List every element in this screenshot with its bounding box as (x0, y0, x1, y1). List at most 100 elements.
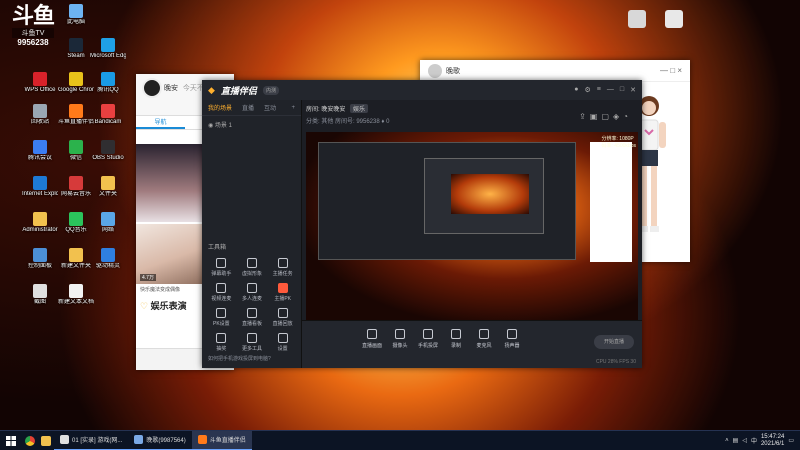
lock-icon[interactable]: ▣ (590, 112, 602, 121)
desktop-icon[interactable]: 回收站 (22, 104, 58, 126)
desktop-shortcut-icon[interactable] (665, 10, 683, 28)
maximize-icon[interactable]: □ (620, 86, 624, 94)
desktop-icon-label: 斗鱼直播伴侣 (58, 119, 94, 125)
close-icon[interactable]: ✕ (630, 86, 636, 94)
start-button[interactable] (0, 431, 22, 450)
stream-preview[interactable]: 分辨率: 1080P 码率: 4500kbps (306, 132, 638, 320)
room-category-tag[interactable]: 娱乐 (350, 104, 369, 113)
tool-label: 直播回放 (272, 321, 293, 327)
source-toolbar-item[interactable]: 摄像头 (386, 329, 414, 349)
tab-interact[interactable]: 互动 (264, 103, 276, 112)
minimize-icon[interactable]: — (607, 86, 614, 94)
taskbar-chrome-icon[interactable] (22, 431, 38, 450)
system-clock[interactable]: 15:47:24 2021/6/1 (761, 434, 784, 448)
desktop-icon[interactable]: Bandicam (90, 104, 126, 126)
volume-icon[interactable]: ◁ (742, 437, 747, 444)
source-toolbar-item[interactable]: 直播画面 (358, 329, 386, 349)
tool-icon (216, 283, 227, 293)
app-logo-icon: ◆ (208, 84, 215, 95)
desktop-app-icon (69, 4, 83, 18)
desktop-icon[interactable]: 新建文本文档 (58, 284, 94, 306)
desktop-icon[interactable]: 文件夹 (90, 176, 126, 198)
menu-icon[interactable]: ≡ (597, 86, 601, 94)
desktop-icon[interactable]: 腾讯QQ (90, 72, 126, 94)
desktop-icon[interactable]: WPS Office (22, 72, 58, 94)
tool-label: 设置 (277, 346, 288, 352)
source-toolbar-item[interactable]: 扬声器 (498, 329, 526, 349)
taskbar-task[interactable]: 晚歌(9987564) (128, 431, 192, 450)
tool-item[interactable]: 虚拟形象 (237, 258, 268, 277)
tool-item[interactable]: 抽奖 (206, 333, 237, 352)
scene-item[interactable]: ◉ 场景 1 (202, 116, 301, 133)
desktop-icon[interactable]: Steam (58, 38, 94, 60)
desktop-icon[interactable]: Google Chrome (58, 72, 94, 94)
taskbar-folder-icon[interactable] (38, 431, 54, 450)
tab-my-scenes[interactable]: 我的场景 (208, 103, 232, 112)
tool-item[interactable]: 设置 (267, 333, 298, 352)
tab-nav[interactable]: 导航 (136, 116, 185, 129)
bell-icon[interactable]: ◔ (623, 112, 632, 121)
desktop-icon[interactable]: 此电脑 (58, 4, 94, 26)
tray-expand-icon[interactable]: ˄ (725, 438, 729, 444)
tool-item[interactable]: 直播看板 (237, 308, 268, 327)
tool-item[interactable]: 更多工具 (237, 333, 268, 352)
desktop-icon[interactable]: 腾讯会议 (22, 140, 58, 162)
avatar-window-header: 晚歌 — □ × (420, 60, 690, 82)
notification-icon[interactable]: ▭ (788, 437, 794, 444)
desktop-icon-label: 腾讯QQ (97, 87, 119, 93)
room-title[interactable]: 房间: 晚安晚安 (306, 107, 345, 113)
tool-label: 直播看板 (241, 321, 262, 327)
tool-item[interactable]: 多人连麦 (237, 283, 268, 302)
desktop-icon[interactable]: 截图 (22, 284, 58, 306)
settings-icon[interactable]: ⚙ (585, 86, 591, 94)
input-language[interactable]: 中 (751, 436, 757, 445)
chat-icon[interactable]: ▢ (601, 112, 613, 121)
desktop-app-icon (69, 104, 83, 118)
user-avatar-icon[interactable]: ● (574, 86, 578, 94)
live-streaming-app[interactable]: ◆ 直播伴侣 内测 ● ⚙ ≡ — □ ✕ 我的场景 直播 互动 + ◉ 场景 … (202, 80, 642, 368)
taskbar-task[interactable]: 斗鱼直播伴侣 (191, 430, 252, 450)
tab-live[interactable]: 直播 (242, 103, 254, 112)
desktop-icon[interactable]: OBS Studio (90, 140, 126, 162)
desktop-icon[interactable]: Internet Explorer (22, 176, 58, 198)
desktop-app-icon (101, 140, 115, 154)
desktop-icon[interactable]: QQ音乐 (58, 212, 94, 234)
system-tray: ˄ ▤ ◁ 中 15:47:24 2021/6/1 ▭ (725, 434, 800, 448)
start-live-button[interactable]: 开始直播 (594, 335, 634, 349)
window-controls[interactable]: — □ × (660, 66, 682, 75)
desktop-icon[interactable]: 控制面板 (22, 248, 58, 270)
desktop-icon[interactable]: 微信 (58, 140, 94, 162)
desktop-shortcut-icon[interactable] (628, 10, 646, 28)
eye-icon[interactable]: ◉ (208, 123, 213, 129)
desktop-icon-label: 网易云音乐 (60, 191, 91, 197)
source-toolbar-item[interactable]: 录制 (442, 329, 470, 349)
source-toolbar-item[interactable]: 麦克风 (470, 329, 498, 349)
tool-item[interactable]: 视频连麦 (206, 283, 237, 302)
network-icon[interactable]: ▤ (733, 437, 739, 444)
desktop-icon[interactable]: 网络 (90, 212, 126, 234)
taskbar-task[interactable]: 01 [实录] 游戏(网... (54, 431, 129, 450)
watermark-text: 斗鱼TV (12, 28, 54, 38)
tool-item[interactable]: 主播PK (267, 283, 298, 302)
desktop-icon[interactable]: 驱动精灵 (90, 248, 126, 270)
desktop-app-icon (69, 72, 83, 86)
add-scene-icon[interactable]: + (291, 105, 295, 111)
desktop-icon[interactable]: 斗鱼直播伴侣 (58, 104, 94, 126)
desktop-icon[interactable]: Microsoft Edge (90, 38, 126, 60)
user-avatar[interactable] (142, 78, 162, 98)
desktop-app-icon (101, 176, 115, 190)
app-titlebar: ◆ 直播伴侣 内测 ● ⚙ ≡ — □ ✕ (202, 80, 642, 100)
tool-item[interactable]: 直播回放 (267, 308, 298, 327)
tool-label: 更多工具 (241, 346, 262, 352)
share-icon[interactable]: ⇪ (579, 112, 590, 121)
desktop-icon[interactable]: 新建文件夹 (58, 248, 94, 270)
tool-item[interactable]: 主播任务 (267, 258, 298, 277)
tool-item[interactable]: PK设置 (206, 308, 237, 327)
source-toolbar-item[interactable]: 手机投屏 (414, 329, 442, 349)
tool-item[interactable]: 弹幕助手 (206, 258, 237, 277)
gift-icon[interactable]: ◈ (613, 112, 623, 121)
desktop-icon[interactable]: 网易云音乐 (58, 176, 94, 198)
sidebar-help-link[interactable]: 如何把手机游戏投屏到电脑? (208, 355, 271, 362)
desktop-icon[interactable]: Administrator (22, 212, 58, 234)
desktop-icon-label: 回收站 (30, 119, 49, 125)
